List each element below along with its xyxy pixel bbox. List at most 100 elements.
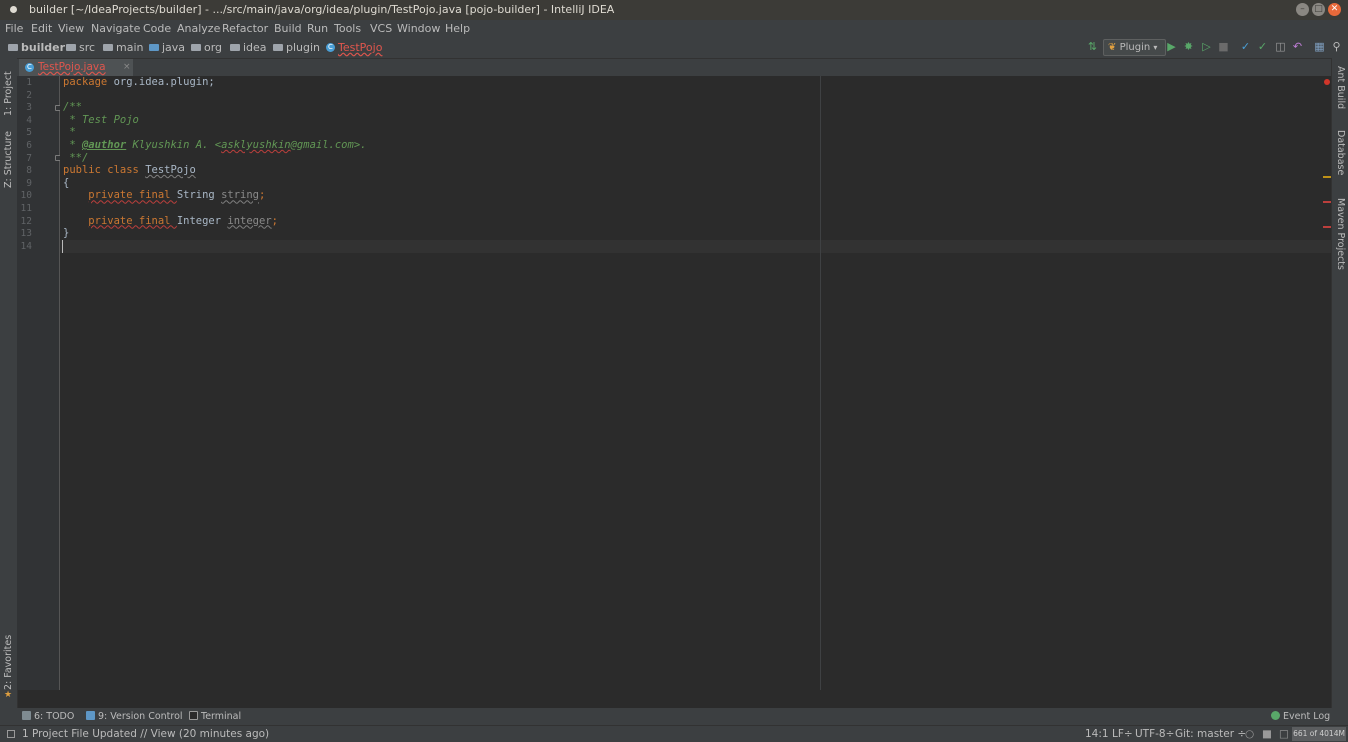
breadcrumb-idea[interactable]: idea	[230, 37, 267, 58]
menu-tools[interactable]: Tools	[334, 20, 361, 37]
menu-window[interactable]: Window	[397, 20, 440, 37]
code-line-4: * Test Pojo	[63, 113, 139, 126]
package-icon	[230, 43, 240, 51]
close-tab-icon[interactable]: ×	[123, 59, 131, 76]
menu-view[interactable]: View	[58, 20, 84, 37]
breadcrumb-project[interactable]: builder	[8, 37, 65, 58]
line-number: 9	[26, 177, 32, 189]
line-separator-select[interactable]: LF÷	[1112, 726, 1133, 742]
line-number: 12	[20, 215, 32, 227]
code-line-13: }	[63, 227, 70, 240]
menu-run[interactable]: Run	[307, 20, 328, 37]
chevron-down-icon: ▾	[1153, 43, 1158, 52]
caret-position[interactable]: 14:1	[1085, 726, 1109, 742]
code-line-5: *	[63, 126, 76, 139]
tool-window-project[interactable]: 1: Project	[3, 71, 14, 116]
star-icon: ★	[4, 690, 13, 700]
inspector-icon[interactable]: ■	[1262, 726, 1272, 742]
menu-navigate[interactable]: Navigate	[91, 20, 140, 37]
right-tool-strip: Ant Build Database Maven Projects	[1331, 58, 1348, 708]
toggle-tool-windows-icon[interactable]	[7, 730, 15, 738]
menu-vcs[interactable]: VCS	[370, 20, 392, 37]
vcs-update-icon[interactable]: ✓	[1240, 41, 1251, 52]
breadcrumb-main[interactable]: main	[103, 37, 143, 58]
breadcrumb-org[interactable]: org	[191, 37, 222, 58]
code-line-12: private final Integer integer;	[88, 214, 278, 227]
code-line-8: public class TestPojo	[63, 164, 196, 177]
navigation-bar: builder src main java org idea plugin CT…	[0, 37, 1348, 59]
line-number: 7	[26, 152, 32, 164]
line-number: 8	[26, 165, 32, 177]
error-stripe[interactable]	[1323, 226, 1331, 228]
vcs-compare-icon[interactable]: ◫	[1275, 41, 1286, 52]
tab-testpojo[interactable]: C TestPojo.java ×	[19, 59, 133, 76]
tool-window-version-control[interactable]: 9: Version Control	[86, 708, 183, 725]
line-number: 3	[26, 102, 32, 114]
run-configuration-select[interactable]: ❦ Plugin ▾	[1103, 39, 1166, 56]
project-folder-icon	[8, 43, 18, 51]
line-number: 5	[26, 127, 32, 139]
error-indicator-icon[interactable]	[1324, 79, 1330, 85]
tool-window-event-log[interactable]: Event Log	[1271, 708, 1330, 725]
code-line-6: * @author Klyushkin A. <asklyushkin@gmai…	[63, 139, 367, 151]
menu-analyze[interactable]: Analyze	[177, 20, 220, 37]
line-number: 14	[20, 240, 32, 252]
status-message[interactable]: 1 Project File Updated // View (20 minut…	[22, 726, 269, 742]
tool-window-structure[interactable]: Z: Structure	[3, 131, 14, 188]
debug-icon[interactable]: ✸	[1183, 41, 1194, 52]
source-folder-icon	[149, 43, 159, 51]
menu-build[interactable]: Build	[274, 20, 302, 37]
vcs-commit-icon[interactable]: ✓	[1257, 41, 1268, 52]
status-bar: 1 Project File Updated // View (20 minut…	[0, 725, 1348, 742]
project-structure-icon[interactable]: ▦	[1314, 41, 1325, 52]
line-number: 1	[26, 77, 32, 88]
breadcrumb-java[interactable]: java	[149, 37, 185, 58]
memory-indicator[interactable]: 661 of 4014M	[1292, 727, 1346, 741]
breadcrumb-src[interactable]: src	[66, 37, 95, 58]
breadcrumb-testpojo[interactable]: C TestPojo	[326, 37, 382, 58]
current-line-highlight	[60, 240, 1331, 253]
tool-window-database[interactable]: Database	[1335, 130, 1346, 175]
vcs-revert-icon[interactable]: ↶	[1292, 41, 1303, 52]
menu-help[interactable]: Help	[445, 20, 470, 37]
git-branch-select[interactable]: Git: master ÷	[1175, 726, 1246, 742]
run-icon[interactable]: ▶	[1166, 41, 1177, 52]
breadcrumb-plugin[interactable]: plugin	[273, 37, 320, 58]
notifications-icon[interactable]: □	[1279, 726, 1289, 742]
error-stripe[interactable]	[1323, 201, 1331, 203]
minimize-button[interactable]: –	[1296, 3, 1309, 16]
folder-icon	[66, 43, 76, 51]
tool-window-bar: 6: TODO 9: Version Control Terminal Even…	[0, 708, 1348, 725]
line-number: 6	[26, 140, 32, 151]
tool-window-maven-projects[interactable]: Maven Projects	[1335, 198, 1346, 270]
code-line-10: private final String string;	[88, 189, 266, 202]
warning-stripe[interactable]	[1323, 176, 1331, 178]
line-number: 2	[26, 89, 32, 101]
search-everywhere-icon[interactable]: ⚲	[1331, 41, 1342, 52]
line-number: 10	[20, 190, 32, 202]
build-icon[interactable]: ⇅	[1087, 41, 1098, 52]
maximize-button[interactable]: □	[1312, 3, 1325, 16]
menu-edit[interactable]: Edit	[31, 20, 52, 37]
tool-window-todo[interactable]: 6: TODO	[22, 708, 74, 725]
code-editor[interactable]: package org.idea.plugin; /** * Test Pojo…	[60, 76, 1331, 690]
lock-icon[interactable]: ○	[1245, 726, 1254, 742]
stop-icon[interactable]: ■	[1218, 41, 1229, 52]
menu-file[interactable]: File	[5, 20, 23, 37]
window-title: builder [~/IdeaProjects/builder] - .../s…	[29, 3, 615, 16]
tool-window-terminal[interactable]: Terminal	[189, 708, 241, 725]
close-button[interactable]: ✕	[1328, 3, 1341, 16]
coverage-icon[interactable]: ▷	[1201, 41, 1212, 52]
menu-code[interactable]: Code	[143, 20, 171, 37]
version-control-icon	[86, 711, 95, 720]
tool-window-favorites[interactable]: 2: Favorites	[3, 635, 14, 690]
line-number: 4	[26, 114, 32, 126]
tool-window-ant-build[interactable]: Ant Build	[1335, 66, 1346, 109]
encoding-select[interactable]: UTF-8÷	[1135, 726, 1174, 742]
plugin-config-icon: ❦	[1108, 42, 1117, 53]
title-bar: builder [~/IdeaProjects/builder] - .../s…	[0, 0, 1348, 20]
folder-icon	[103, 43, 113, 51]
menu-refactor[interactable]: Refactor	[222, 20, 268, 37]
app-menu-icon[interactable]	[10, 6, 17, 13]
class-icon: C	[326, 42, 335, 52]
